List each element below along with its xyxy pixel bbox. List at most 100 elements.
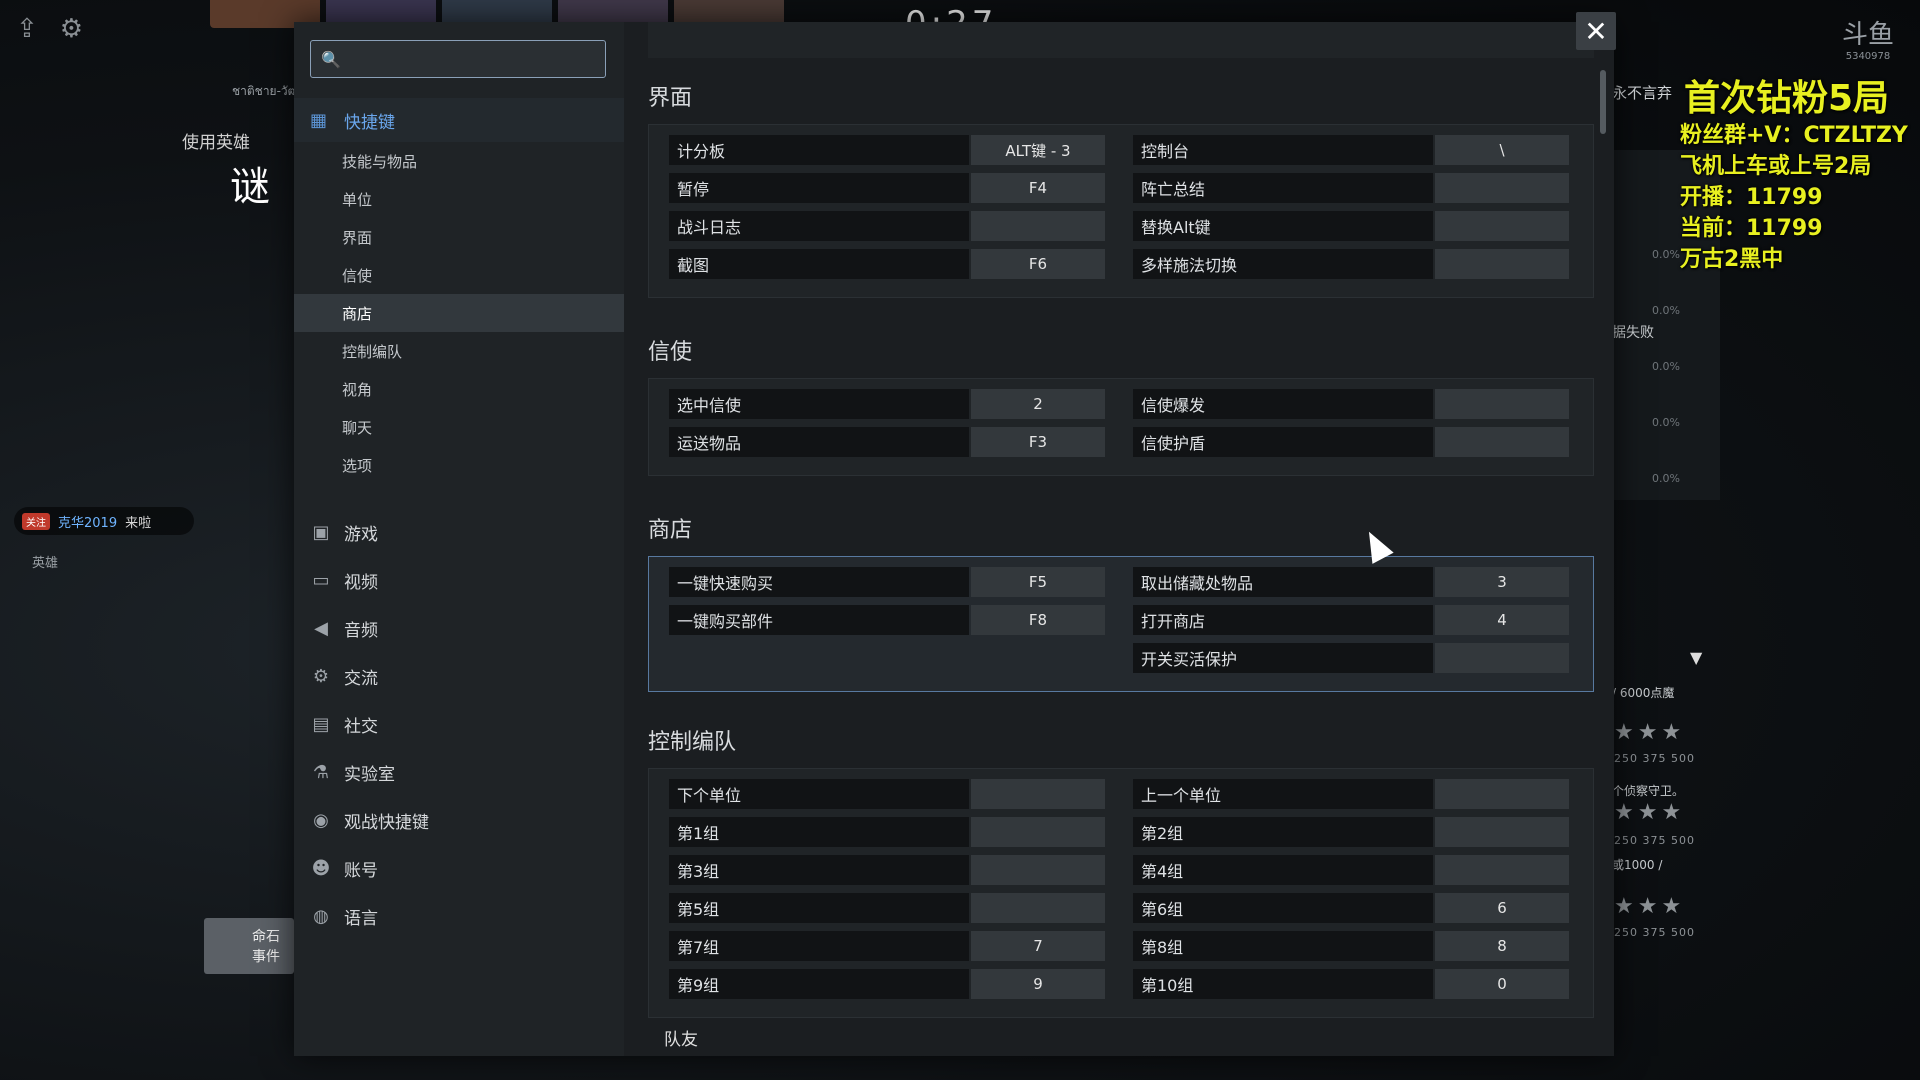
hotkey-column: 信使爆发 信使护盾: [1133, 389, 1573, 465]
section-title: 信使: [648, 340, 693, 365]
subnav-item[interactable]: 聊天: [294, 408, 624, 446]
hotkey-action-label: 取出储藏处物品: [1133, 567, 1433, 597]
hotkey-action-label: 截图: [669, 249, 969, 279]
hotkey-row: 战斗日志: [669, 211, 1109, 241]
gear-icon[interactable]: ⚙: [60, 14, 83, 44]
facet-button[interactable]: 命石 事件: [204, 918, 294, 974]
nav-item-hotkeys[interactable]: ▦ 快捷键: [294, 98, 624, 142]
hotkey-binding-button[interactable]: 9: [971, 969, 1105, 999]
search-box[interactable]: 🔍: [310, 40, 606, 78]
tag-text: 永不言弃: [1612, 84, 1673, 102]
hotkey-binding-button[interactable]: 2: [971, 389, 1105, 419]
pct-value: 0.0%: [1652, 248, 1680, 261]
hotkey-binding-button[interactable]: F8: [971, 605, 1105, 635]
hotkey-binding-button[interactable]: [971, 893, 1105, 923]
hotkey-binding-button[interactable]: 8: [1435, 931, 1569, 961]
star-rating: ★★★: [1614, 894, 1686, 919]
chat-user[interactable]: 克华2019: [58, 512, 117, 531]
hotkey-action-label: 一键购买部件: [669, 605, 969, 635]
follow-badge: 关注: [22, 512, 50, 530]
hotkey-row: 第4组: [1133, 855, 1573, 885]
content-scrollbar[interactable]: [1600, 70, 1606, 134]
pct-value: 0.0%: [1652, 416, 1680, 429]
chat-icon: ▤: [312, 713, 330, 735]
hotkey-row: 多样施法切换: [1133, 249, 1573, 279]
nav-item[interactable]: ▣ 游戏: [294, 508, 624, 556]
subnav-item[interactable]: 控制编队: [294, 332, 624, 370]
hotkey-column: 计分板 ALT键 - 3 暂停 F4 战斗日志 截图 F6: [669, 135, 1109, 287]
hotkeys-icon: ▦: [310, 109, 328, 131]
nav-item[interactable]: ⚗ 实验室: [294, 748, 624, 796]
hotkey-binding-button[interactable]: [1435, 389, 1569, 419]
hotkey-action-label: 下个单位: [669, 779, 969, 809]
hotkey-binding-button[interactable]: F4: [971, 173, 1105, 203]
section-title: 控制编队: [648, 730, 737, 755]
hotkey-binding-button[interactable]: 3: [1435, 567, 1569, 597]
hotkey-binding-button[interactable]: 6: [1435, 893, 1569, 923]
hotkey-binding-button[interactable]: [1435, 211, 1569, 241]
room-id: 5340978: [1845, 51, 1891, 62]
hotkey-row: 第10组 0: [1133, 969, 1573, 999]
hotkey-row: 下个单位: [669, 779, 1109, 809]
logo-text: 斗鱼: [1841, 20, 1894, 50]
nav-item[interactable]: ◉ 观战快捷键: [294, 796, 624, 844]
hotkey-binding-button[interactable]: [1435, 173, 1569, 203]
eye-icon: ◉: [313, 809, 329, 831]
hotkey-binding-button[interactable]: [1435, 855, 1569, 885]
nav-label: 视频: [344, 572, 378, 593]
close-button[interactable]: ✕: [1576, 12, 1616, 50]
hotkey-binding-button[interactable]: F5: [971, 567, 1105, 597]
hotkey-binding-button[interactable]: [1435, 427, 1569, 457]
subnav-item[interactable]: 选项: [294, 446, 624, 484]
hotkey-binding-button[interactable]: [971, 211, 1105, 241]
hotkey-binding-button[interactable]: [971, 817, 1105, 847]
player-name: ชาติชาย-วัฒ: [232, 84, 299, 98]
subnav-item[interactable]: 界面: [294, 218, 624, 256]
hotkey-binding-button[interactable]: 4: [1435, 605, 1569, 635]
nav-item[interactable]: ⚙ 交流: [294, 652, 624, 700]
monitor-icon: ▭: [312, 569, 330, 591]
subnav-item[interactable]: 商店: [294, 294, 624, 332]
section-interface: 界面 计分板 ALT键 - 3 暂停 F4 战斗日志 截图 F6 控制台 \ 阵亡总结 替换Alt…: [648, 80, 1594, 298]
subnav-item[interactable]: 信使: [294, 256, 624, 294]
hotkey-binding-button[interactable]: [971, 855, 1105, 885]
hotkey-binding-button[interactable]: [1435, 817, 1569, 847]
cost-text: 或1000 /: [1612, 858, 1663, 872]
hotkeys-subnav: 技能与物品 单位 界面 信使 商店 控制编队 视角 聊天 选项: [294, 142, 624, 484]
level-values: 250 375 500: [1614, 752, 1695, 765]
hotkey-binding-button[interactable]: \: [1435, 135, 1569, 165]
hotkey-row: 信使护盾: [1133, 427, 1573, 457]
nav-item[interactable]: ◀ 音频: [294, 604, 624, 652]
settings-content[interactable]: 界面 计分板 ALT键 - 3 暂停 F4 战斗日志 截图 F6 控制台 \ 阵亡总结 替换Alt…: [624, 22, 1608, 1056]
nav-item[interactable]: ▤ 社交: [294, 700, 624, 748]
hotkey-binding-button[interactable]: ALT键 - 3: [971, 135, 1105, 165]
hotkey-binding-button[interactable]: [1435, 249, 1569, 279]
dropdown-chevron-icon[interactable]: ▼: [1690, 648, 1702, 667]
hotkey-action-label: 控制台: [1133, 135, 1433, 165]
hotkey-binding-button[interactable]: 7: [971, 931, 1105, 961]
facet-sublabel: 事件: [252, 949, 280, 965]
hotkey-binding-button[interactable]: [971, 779, 1105, 809]
upload-icon[interactable]: ⇪: [16, 14, 38, 44]
hotkey-binding-button[interactable]: 0: [1435, 969, 1569, 999]
hotkey-action-label: 第2组: [1133, 817, 1433, 847]
nav-item[interactable]: ▭ 视频: [294, 556, 624, 604]
subnav-item[interactable]: 技能与物品: [294, 142, 624, 180]
hotkey-binding-button[interactable]: [1435, 779, 1569, 809]
nav-item[interactable]: ◍ 语言: [294, 892, 624, 940]
search-input[interactable]: [348, 48, 603, 70]
hotkey-action-label: 替换Alt键: [1133, 211, 1433, 241]
hotkey-binding-button[interactable]: F6: [971, 249, 1105, 279]
hotkey-binding-button[interactable]: F3: [971, 427, 1105, 457]
hotkey-row: 信使爆发: [1133, 389, 1573, 419]
subnav-item[interactable]: 单位: [294, 180, 624, 218]
pct-value: 0.0%: [1652, 472, 1680, 485]
hotkey-action-label: 第1组: [669, 817, 969, 847]
nav-item[interactable]: ☻ 账号: [294, 844, 624, 892]
subnav-item[interactable]: 视角: [294, 370, 624, 408]
settings-main-nav: ▣ 游戏 ▭ 视频 ◀ 音频 ⚙ 交流 ▤ 社交 ⚗ 实验室 ◉ 观战快捷键 ☻ 账号 ◍ 语言: [294, 508, 624, 940]
hotkey-action-label: 第6组: [1133, 893, 1433, 923]
hotkey-row: 计分板 ALT键 - 3: [669, 135, 1109, 165]
star-rating: ★★★: [1614, 800, 1686, 825]
hotkey-binding-button[interactable]: [1435, 643, 1569, 673]
